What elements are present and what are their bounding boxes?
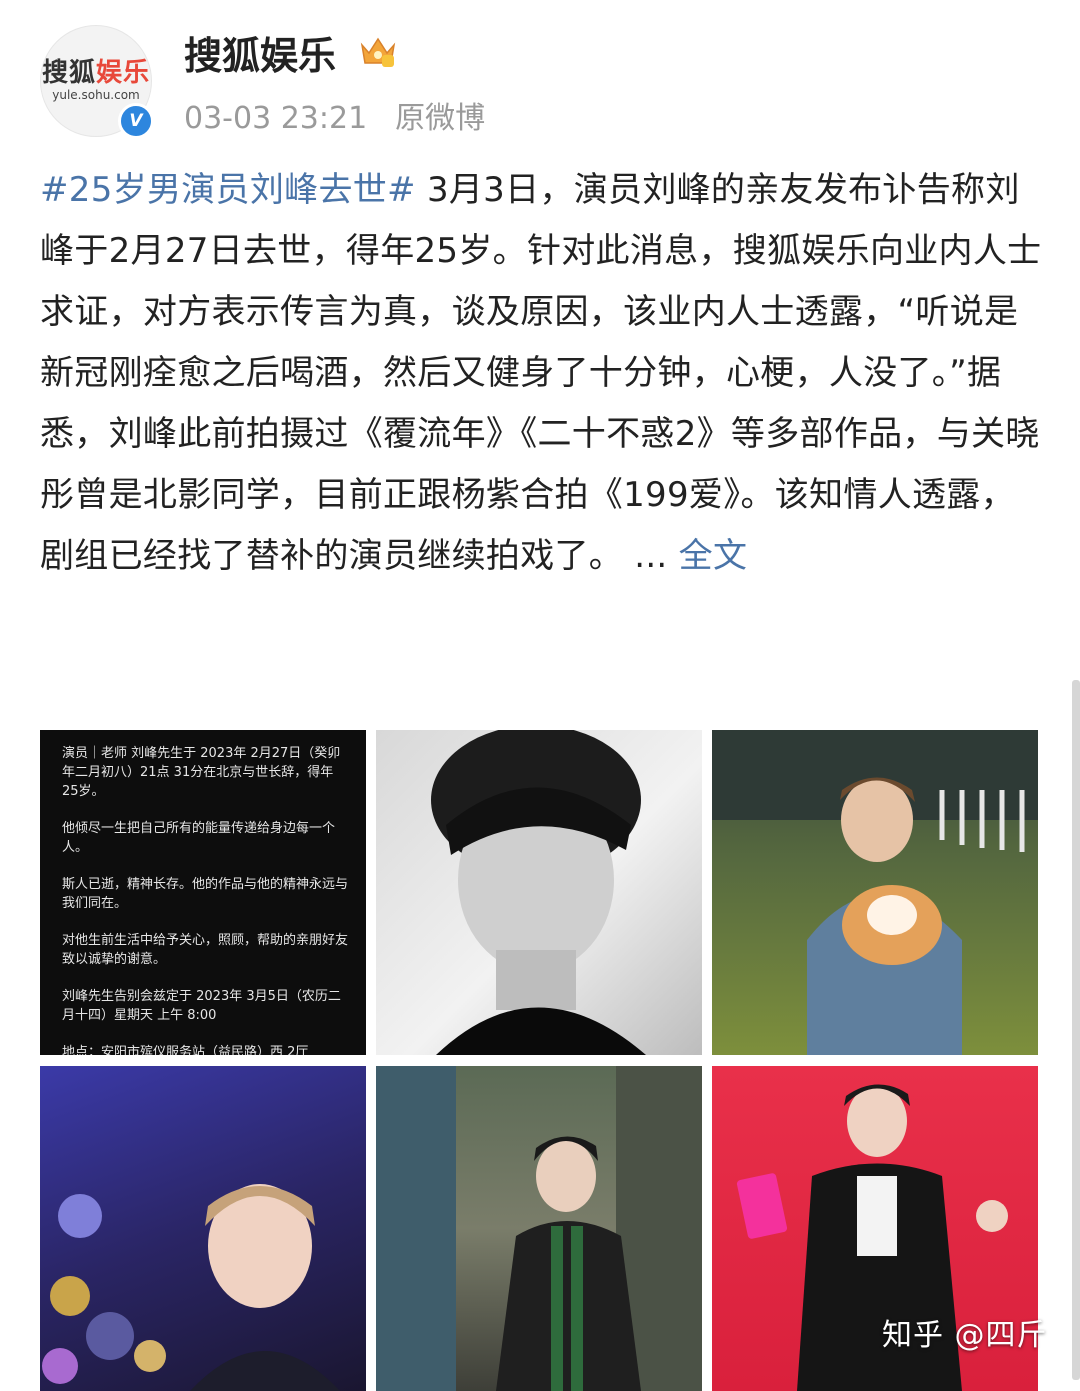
notice-line: 刘峰先生告别会兹定于 2023年 3月5日（农历二月十四）星期天 上午 8:00	[62, 989, 341, 1023]
notice-line: 演员｜老师 刘峰先生于 2023年 2月27日（癸卯年二月初八）21点 31分在…	[62, 746, 341, 799]
image-portrait-bw[interactable]	[376, 730, 702, 1055]
post-body: #25岁男演员刘峰去世# 3月3日，演员刘峰的亲友发布讣告称刘峰于2月27日去世…	[40, 160, 1045, 587]
notice-text: 演员｜老师 刘峰先生于 2023年 2月27日（癸卯年二月初八）21点 31分在…	[62, 744, 352, 1055]
notice-line: 他倾尽一生把自己所有的能量传递给身边每一个人。	[62, 821, 336, 855]
image-balloons[interactable]	[40, 1066, 366, 1391]
scrollbar[interactable]	[1072, 680, 1080, 1380]
notice-line: 斯人已逝，精神长存。他的作品与他的精神永远与我们同在。	[62, 877, 349, 911]
ellipsis: ...	[623, 536, 679, 576]
author-name[interactable]: 搜狐娱乐	[184, 25, 336, 80]
verified-icon: V	[118, 103, 154, 139]
portrait-illustration	[431, 730, 646, 1055]
hashtag-link[interactable]: #25岁男演员刘峰去世#	[40, 170, 416, 210]
image-notice[interactable]: 演员｜老师 刘峰先生于 2023年 2月27日（癸卯年二月初八）21点 31分在…	[40, 730, 366, 1055]
timestamp: 03-03 23:21	[184, 101, 368, 136]
watermark: 知乎 @四斤	[882, 1318, 1048, 1353]
post-meta: 03-03 23:21 原微博	[184, 93, 485, 137]
crown-badge-icon	[360, 37, 396, 67]
image-grid: 演员｜老师 刘峰先生于 2023年 2月27日（癸卯年二月初八）21点 31分在…	[40, 730, 1038, 1391]
avatar-brand-a: 搜狐	[41, 58, 96, 88]
expand-full-text-link[interactable]: 全文	[679, 536, 748, 576]
photo-illustration	[376, 1066, 702, 1391]
avatar-brand-b: 娱乐	[96, 58, 151, 88]
avatar-brand: 搜狐娱乐	[41, 52, 151, 89]
photo-illustration	[712, 730, 1038, 1055]
post-header: 搜狐娱乐 yule.sohu.com V 搜狐娱乐 03-03 23:21 原微博	[40, 25, 1040, 139]
notice-line: 地点：安阳市殡仪服务站（益民路）西 2厅	[62, 1045, 309, 1055]
photo-illustration	[42, 1184, 340, 1391]
avatar-domain: yule.sohu.com	[52, 88, 140, 102]
image-costume[interactable]	[376, 1066, 702, 1391]
post-text: 3月3日，演员刘峰的亲友发布讣告称刘峰于2月27日去世，得年25岁。针对此消息，…	[40, 170, 1042, 576]
source-label[interactable]: 原微博	[395, 101, 485, 136]
notice-line: 对他生前生活中给予关心，照顾，帮助的亲朋好友致以诚挚的谢意。	[62, 933, 349, 967]
image-with-dog[interactable]	[712, 730, 1038, 1055]
